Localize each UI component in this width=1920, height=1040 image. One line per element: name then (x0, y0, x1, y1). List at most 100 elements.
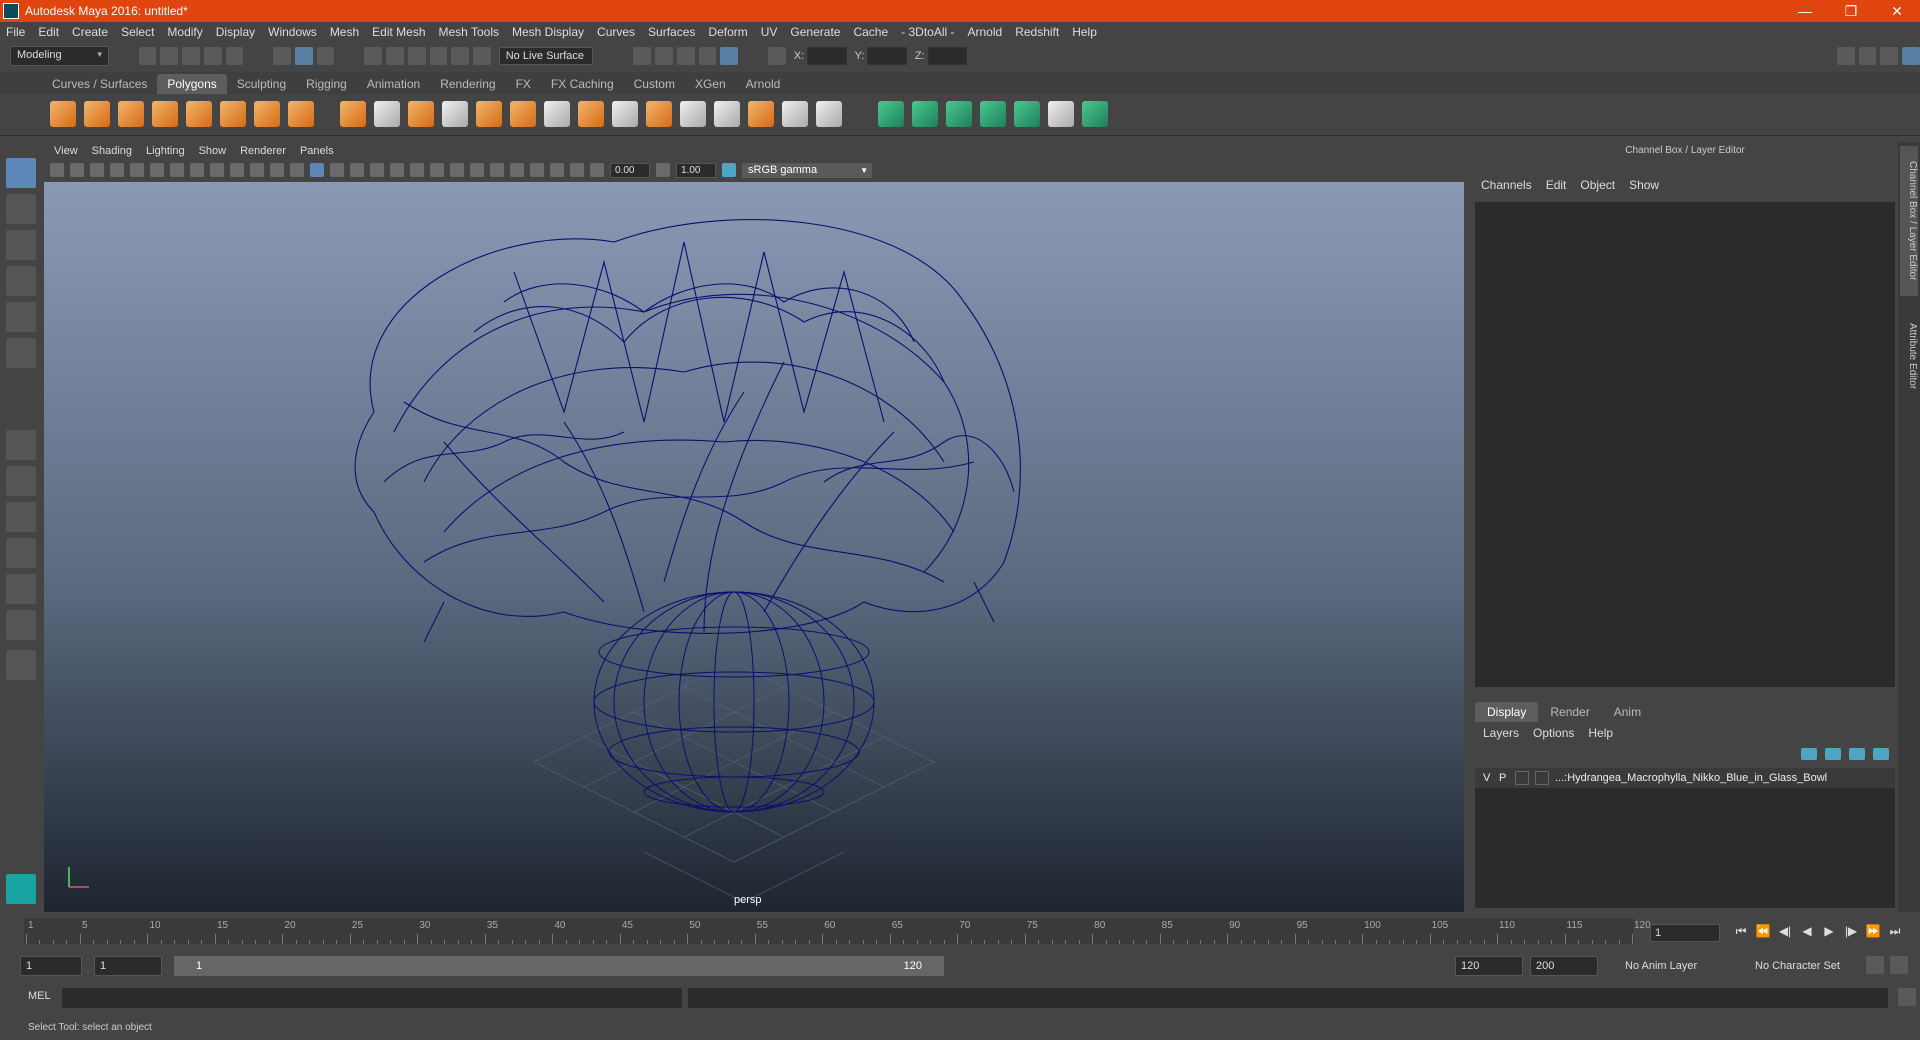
poly-cylinder-icon[interactable] (118, 101, 144, 127)
step-forward-frame-button[interactable]: |▶ (1840, 924, 1862, 939)
snap-view-icon[interactable] (429, 47, 448, 65)
shelf-tab-fx-caching[interactable]: FX Caching (541, 74, 624, 94)
unfold-uv-icon[interactable] (1014, 101, 1040, 127)
gamma-icon[interactable] (656, 163, 670, 177)
menu-select[interactable]: Select (121, 25, 154, 39)
shelf-tab-curves-surfaces[interactable]: Curves / Surfaces (42, 74, 157, 94)
hypershade-layout-icon[interactable] (6, 574, 36, 604)
side-tab-channel-box[interactable]: Channel Box / Layer Editor (1900, 146, 1918, 296)
animation-end-field[interactable]: 200 (1530, 956, 1598, 976)
playback-end-field[interactable]: 120 (1455, 956, 1523, 976)
insert-edge-loop-icon[interactable] (680, 101, 706, 127)
layer-color-swatch[interactable] (1535, 771, 1549, 785)
wireframe-on-shaded-icon[interactable] (350, 163, 364, 177)
viewport-menu-view[interactable]: View (54, 145, 78, 157)
menu-edit[interactable]: Edit (38, 25, 59, 39)
poly-pipe-icon[interactable] (288, 101, 314, 127)
channel-box-icon[interactable] (1902, 47, 1920, 65)
side-tab-attribute-editor[interactable]: Attribute Editor (1900, 306, 1918, 406)
menu-generate[interactable]: Generate (790, 25, 840, 39)
menu-3dtoall[interactable]: - 3DtoAll - (901, 25, 954, 39)
select-hierarchy-icon[interactable] (273, 47, 291, 65)
go-to-end-button[interactable]: ⏭ (1884, 924, 1906, 939)
script-language-label[interactable]: MEL (28, 990, 51, 1002)
transform-mode-icon[interactable] (768, 47, 786, 65)
menu-uv[interactable]: UV (761, 25, 778, 39)
poly-cone-icon[interactable] (152, 101, 178, 127)
poly-plane-icon[interactable] (186, 101, 212, 127)
layer-tab-anim[interactable]: Anim (1602, 702, 1653, 722)
select-object-icon[interactable] (294, 47, 313, 65)
color-management-icon[interactable] (722, 163, 736, 177)
bridge-icon[interactable] (544, 101, 570, 127)
xray-components-icon[interactable] (570, 163, 584, 177)
anim-layer-dropdown[interactable]: No Anim Layer (1625, 956, 1697, 976)
shelf-tab-sculpting[interactable]: Sculpting (227, 74, 296, 94)
multi-cut-icon[interactable] (612, 101, 638, 127)
cut-uv-icon[interactable] (1082, 101, 1108, 127)
layer-type-toggle[interactable] (1515, 771, 1529, 785)
close-button[interactable]: ✕ (1874, 0, 1920, 22)
bookmark-icon[interactable] (90, 163, 104, 177)
reduce-icon[interactable] (476, 101, 502, 127)
preferences-icon[interactable] (1890, 956, 1908, 974)
shelf-tab-polygons[interactable]: Polygons (157, 74, 227, 94)
select-component-icon[interactable] (316, 47, 335, 65)
film-gate-icon[interactable] (190, 163, 204, 177)
menu-file[interactable]: File (6, 25, 25, 39)
layer-tab-render[interactable]: Render (1538, 702, 1601, 722)
tool-settings-icon[interactable] (1880, 47, 1899, 65)
undo-icon[interactable] (203, 47, 222, 65)
layer-playback-toggle[interactable]: P (1499, 772, 1515, 784)
menu-create[interactable]: Create (72, 25, 108, 39)
wireframe-icon[interactable] (310, 163, 324, 177)
layer-row[interactable]: V P ...:Hydrangea_Macrophylla_Nikko_Blue… (1475, 768, 1895, 788)
anti-aliasing-icon[interactable] (470, 163, 484, 177)
snap-curve-icon[interactable] (386, 47, 404, 65)
gamma-field[interactable]: 1.00 (676, 162, 716, 178)
redo-icon[interactable] (225, 47, 244, 65)
magnet-icon[interactable] (473, 47, 491, 65)
viewport-menu-shading[interactable]: Shading (92, 145, 132, 157)
poly-pyramid-icon[interactable] (254, 101, 280, 127)
uv-editor-icon[interactable] (1048, 101, 1074, 127)
shelf-tab-rigging[interactable]: Rigging (296, 74, 357, 94)
x-field[interactable] (807, 47, 847, 65)
poly-sphere-icon[interactable] (50, 101, 76, 127)
new-scene-icon[interactable] (138, 47, 157, 65)
go-to-start-button[interactable]: ⏮ (1730, 924, 1752, 939)
hypershade-icon[interactable] (720, 47, 739, 65)
hydrangea-wireframe-model[interactable] (44, 182, 1464, 912)
shelf-tab-custom[interactable]: Custom (624, 74, 685, 94)
single-perspective-layout-icon[interactable] (6, 430, 36, 460)
viewport-menu-show[interactable]: Show (199, 145, 227, 157)
poly-cube-icon[interactable] (84, 101, 110, 127)
xray-joints-icon[interactable] (550, 163, 564, 177)
render-settings-icon[interactable] (633, 47, 652, 65)
cb-menu-object[interactable]: Object (1580, 178, 1615, 192)
step-forward-key-button[interactable]: ⏩ (1862, 924, 1884, 939)
animation-start-field[interactable]: 1 (20, 956, 82, 976)
move-layer-up-icon[interactable] (1801, 748, 1817, 760)
step-back-key-button[interactable]: ⏪ (1752, 924, 1774, 939)
smooth-icon[interactable] (442, 101, 468, 127)
persp-graph-layout-icon[interactable] (6, 538, 36, 568)
separate-icon[interactable] (374, 101, 400, 127)
cb-menu-show[interactable]: Show (1629, 178, 1659, 192)
layer-name[interactable]: ...:Hydrangea_Macrophylla_Nikko_Blue_in_… (1555, 772, 1827, 784)
z-field[interactable] (927, 47, 968, 65)
menu-help[interactable]: Help (1072, 25, 1097, 39)
gate-mask-icon[interactable] (230, 163, 244, 177)
perspective-viewport[interactable]: View Shading Lighting Show Renderer Pane… (44, 142, 1464, 912)
rotate-tool-icon[interactable] (6, 302, 36, 332)
time-slider[interactable]: 1 5 10 15 20 25 30 35 40 45 50 55 60 65 70 75 80 85 90 95 10… (0, 914, 1920, 948)
shelf-tab-arnold[interactable]: Arnold (736, 74, 791, 94)
four-view-layout-icon[interactable] (6, 466, 36, 496)
minimize-button[interactable]: — (1782, 0, 1828, 22)
new-layer-selected-icon[interactable] (1873, 748, 1889, 760)
safe-title-icon[interactable] (290, 163, 304, 177)
viewport-menu-renderer[interactable]: Renderer (240, 145, 286, 157)
viewport-menu-lighting[interactable]: Lighting (146, 145, 185, 157)
bevel-icon[interactable] (578, 101, 604, 127)
open-scene-icon[interactable] (160, 47, 179, 65)
